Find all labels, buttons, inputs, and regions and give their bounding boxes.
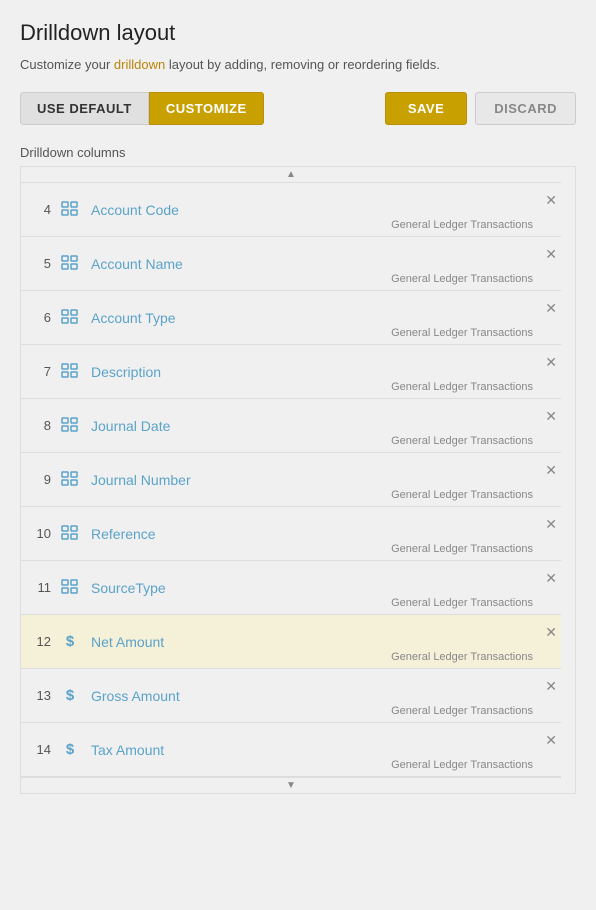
scroll-arrow-down[interactable]: ▼: [21, 777, 561, 793]
row-number: 14: [21, 742, 51, 757]
rows-container: 4 Account CodeGeneral Ledger Transaction…: [21, 183, 561, 777]
row-source: General Ledger Transactions: [391, 381, 533, 393]
row-name: Gross Amount: [91, 688, 541, 704]
row-name: Account Name: [91, 256, 541, 272]
table-row: 7 DescriptionGeneral Ledger Transactions…: [21, 345, 561, 399]
row-number: 11: [21, 580, 51, 595]
remove-row-button[interactable]: ✕: [545, 625, 557, 639]
grid-icon: [59, 471, 81, 489]
remove-row-button[interactable]: ✕: [545, 301, 557, 315]
row-number: 4: [21, 202, 51, 217]
row-source: General Ledger Transactions: [391, 705, 533, 717]
row-name: Description: [91, 364, 541, 380]
row-name: SourceType: [91, 580, 541, 596]
grid-icon: [59, 525, 81, 543]
row-source: General Ledger Transactions: [391, 651, 533, 663]
row-number: 12: [21, 634, 51, 649]
table-row: 14 $ Tax AmountGeneral Ledger Transactions…: [21, 723, 561, 777]
remove-row-button[interactable]: ✕: [545, 517, 557, 531]
remove-row-button[interactable]: ✕: [545, 571, 557, 585]
row-number: 10: [21, 526, 51, 541]
row-source: General Ledger Transactions: [391, 759, 533, 771]
remove-row-button[interactable]: ✕: [545, 409, 557, 423]
page-title: Drilldown layout: [20, 20, 576, 46]
table-row: 5 Account NameGeneral Ledger Transaction…: [21, 237, 561, 291]
toolbar-left: USE DEFAULT CUSTOMIZE: [20, 92, 264, 125]
row-source: General Ledger Transactions: [391, 219, 533, 231]
remove-row-button[interactable]: ✕: [545, 355, 557, 369]
row-name: Account Type: [91, 310, 541, 326]
row-name: Reference: [91, 526, 541, 542]
table-row: 6 Account TypeGeneral Ledger Transaction…: [21, 291, 561, 345]
row-name: Tax Amount: [91, 742, 541, 758]
customize-button[interactable]: CUSTOMIZE: [149, 92, 264, 125]
row-source: General Ledger Transactions: [391, 543, 533, 555]
row-name: Journal Number: [91, 472, 541, 488]
row-name: Net Amount: [91, 634, 541, 650]
row-source: General Ledger Transactions: [391, 327, 533, 339]
row-number: 6: [21, 310, 51, 325]
grid-icon: [59, 363, 81, 381]
save-button[interactable]: SAVE: [385, 92, 467, 125]
table-row: 10 ReferenceGeneral Ledger Transactions ✕: [21, 507, 561, 561]
remove-row-button[interactable]: ✕: [545, 247, 557, 261]
row-source: General Ledger Transactions: [391, 597, 533, 609]
remove-row-button[interactable]: ✕: [545, 733, 557, 747]
toolbar-right: SAVE DISCARD: [385, 92, 576, 125]
remove-row-button[interactable]: ✕: [545, 463, 557, 477]
grid-icon: [59, 579, 81, 597]
dollar-icon: $: [59, 633, 81, 650]
row-name: Account Code: [91, 202, 541, 218]
row-source: General Ledger Transactions: [391, 489, 533, 501]
columns-container: ▲ 4 Account CodeGeneral Ledger Transacti…: [20, 166, 576, 794]
table-row: 11 SourceTypeGeneral Ledger Transactions…: [21, 561, 561, 615]
row-source: General Ledger Transactions: [391, 435, 533, 447]
table-row: 4 Account CodeGeneral Ledger Transaction…: [21, 183, 561, 237]
row-number: 7: [21, 364, 51, 379]
remove-row-button[interactable]: ✕: [545, 193, 557, 207]
dollar-icon: $: [59, 687, 81, 704]
subtitle: Customize your drilldown layout by addin…: [20, 56, 576, 74]
discard-button[interactable]: DISCARD: [475, 92, 576, 125]
page-container: Drilldown layout Customize your drilldow…: [0, 0, 596, 814]
row-number: 8: [21, 418, 51, 433]
scroll-arrow-up[interactable]: ▲: [21, 167, 561, 183]
grid-icon: [59, 255, 81, 273]
use-default-button[interactable]: USE DEFAULT: [20, 92, 149, 125]
table-row: 8 Journal DateGeneral Ledger Transaction…: [21, 399, 561, 453]
row-number: 9: [21, 472, 51, 487]
grid-icon: [59, 417, 81, 435]
row-number: 5: [21, 256, 51, 271]
remove-row-button[interactable]: ✕: [545, 679, 557, 693]
row-source: General Ledger Transactions: [391, 273, 533, 285]
dollar-icon: $: [59, 741, 81, 758]
table-row: 12 $ Net AmountGeneral Ledger Transactions…: [21, 615, 561, 669]
toolbar: USE DEFAULT CUSTOMIZE SAVE DISCARD: [20, 92, 576, 125]
table-row: 9 Journal NumberGeneral Ledger Transacti…: [21, 453, 561, 507]
section-label: Drilldown columns: [20, 145, 576, 160]
row-name: Journal Date: [91, 418, 541, 434]
table-row: 13 $ Gross AmountGeneral Ledger Transactio…: [21, 669, 561, 723]
grid-icon: [59, 201, 81, 219]
grid-icon: [59, 309, 81, 327]
row-number: 13: [21, 688, 51, 703]
drilldown-link[interactable]: drilldown: [114, 57, 165, 72]
